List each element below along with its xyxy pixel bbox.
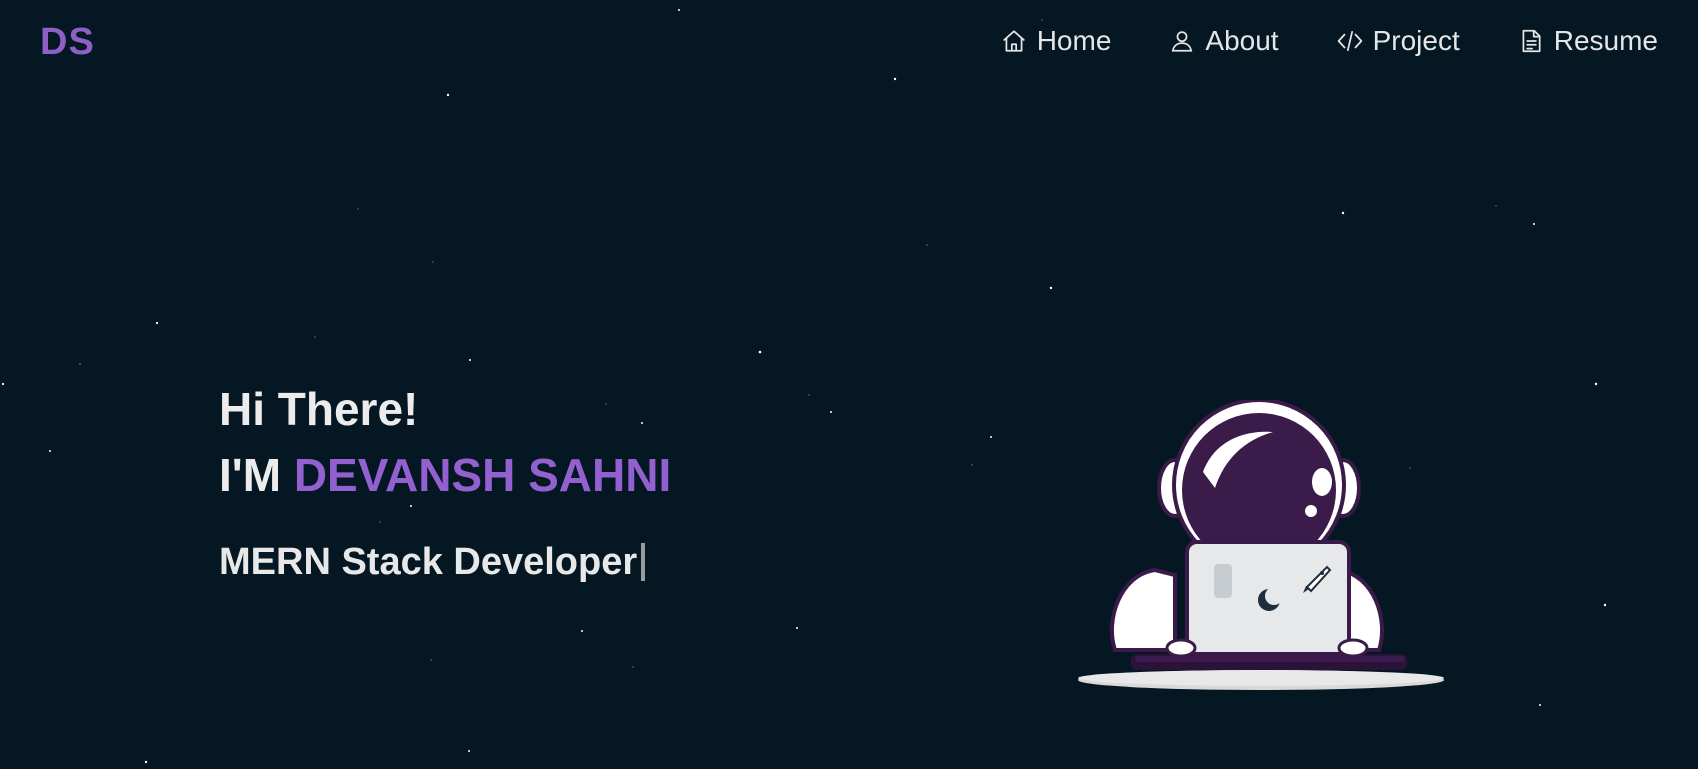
hero-heading: I'M DEVANSH SAHNI xyxy=(219,446,671,504)
nav-label-home: Home xyxy=(1036,25,1112,56)
nav-label-project: Project xyxy=(1372,25,1460,56)
nav-label-about: About xyxy=(1205,25,1279,56)
document-icon xyxy=(1518,28,1544,54)
code-icon xyxy=(1337,28,1363,54)
astronaut-illustration xyxy=(1078,400,1444,690)
nav-item-resume[interactable]: Resume xyxy=(1518,22,1658,60)
intro-prefix: I'M xyxy=(219,449,282,501)
nav-label-resume: Resume xyxy=(1553,25,1658,56)
nav-item-project[interactable]: Project xyxy=(1337,22,1460,60)
page: DS Home About Project Resume Hi There! I… xyxy=(0,0,1698,769)
nav-item-home[interactable]: Home xyxy=(1001,22,1112,60)
logo[interactable]: DS xyxy=(40,21,95,63)
nav-item-about[interactable]: About xyxy=(1169,22,1279,60)
hero-greeting: Hi There! xyxy=(219,383,419,435)
hero-intro: Hi There! I'M DEVANSH SAHNI MERN Stack D… xyxy=(219,380,671,586)
typewriter-text: MERN Stack Developer xyxy=(219,538,671,586)
typing-cursor xyxy=(641,543,646,581)
home-icon xyxy=(1001,28,1027,54)
nav-menu: Home About Project Resume xyxy=(1001,22,1658,60)
hero-role: MERN Stack Developer xyxy=(219,541,638,583)
user-icon xyxy=(1169,28,1195,54)
navbar: DS Home About Project Resume xyxy=(0,0,1698,84)
hero-name: DEVANSH SAHNI xyxy=(293,449,672,501)
